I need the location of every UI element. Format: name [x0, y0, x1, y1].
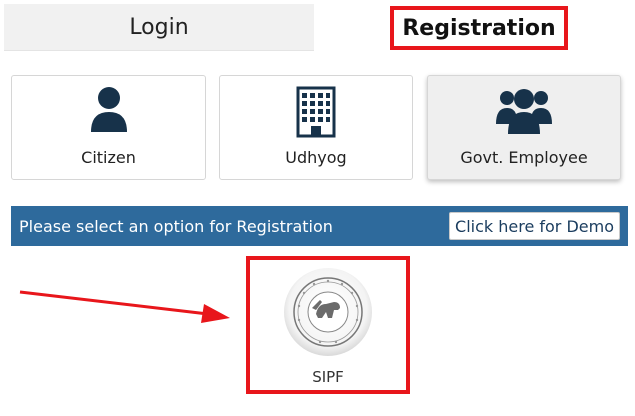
registration-info-text: Please select an option for Registration [19, 216, 333, 236]
option-udhyog-label: Udhyog [285, 148, 347, 167]
option-govt-employee-label: Govt. Employee [460, 148, 588, 167]
tab-login-label: Login [129, 14, 189, 40]
tab-registration-label: Registration [402, 15, 556, 41]
demo-button[interactable]: Click here for Demo [449, 212, 620, 240]
option-udhyog[interactable]: Udhyog [219, 75, 413, 180]
registration-info-bar: Please select an option for Registration… [11, 206, 628, 246]
demo-button-label: Click here for Demo [455, 216, 614, 236]
arrow-right-icon [18, 288, 233, 328]
user-icon [89, 86, 129, 138]
sipf-emblem-icon [282, 266, 374, 362]
group-icon [496, 86, 552, 140]
option-citizen[interactable]: Citizen [11, 75, 206, 180]
option-govt-employee[interactable]: Govt. Employee [427, 75, 621, 180]
option-sipf-label: SIPF [312, 368, 344, 386]
tab-registration[interactable]: Registration [390, 6, 568, 50]
option-sipf[interactable]: SIPF [246, 256, 410, 394]
building-icon [296, 86, 336, 142]
tab-login[interactable]: Login [4, 4, 314, 51]
option-citizen-label: Citizen [81, 148, 136, 167]
